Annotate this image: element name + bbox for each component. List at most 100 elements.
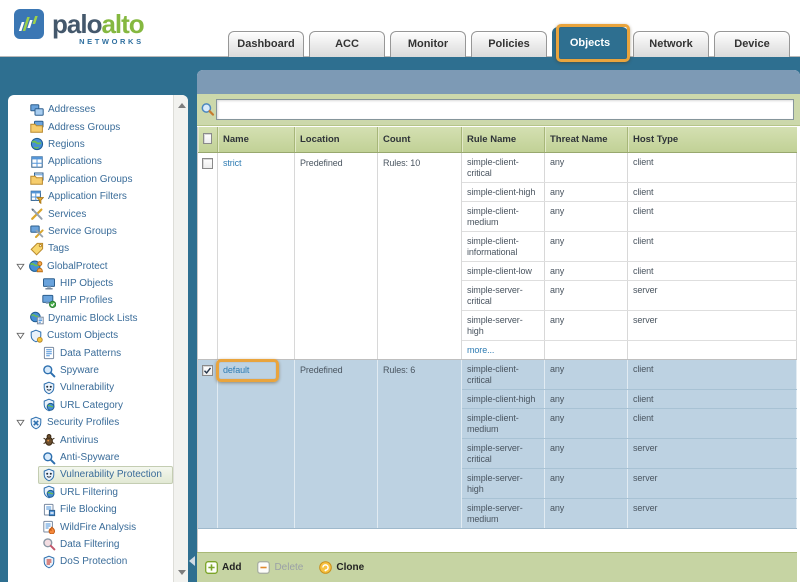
sidebar-item-vulnerability-protection[interactable]: Vulnerability Protection xyxy=(8,466,173,483)
threat-name-cell: any xyxy=(545,390,628,408)
column-header-threat-name[interactable]: Threat Name xyxy=(545,127,628,152)
sidebar-item-label: Application Groups xyxy=(48,174,133,185)
application-groups-icon xyxy=(30,172,44,186)
select-all-checkbox[interactable] xyxy=(203,133,212,144)
expand-arrow-icon[interactable] xyxy=(16,262,25,271)
sidebar-item-services[interactable]: Services xyxy=(8,205,173,222)
rule-name-cell: simple-client-medium xyxy=(462,202,545,231)
tab-acc[interactable]: ACC xyxy=(309,31,385,57)
rules-subtable: simple-client-criticalanyclient simple-cl… xyxy=(462,360,797,528)
delete-icon xyxy=(257,561,270,574)
sidebar-item-data-filtering[interactable]: Data Filtering xyxy=(8,536,173,553)
rule-row: simple-server-highanyserver xyxy=(462,311,797,341)
threat-name-cell: any xyxy=(545,409,628,438)
sidebar-item-security-profiles[interactable]: Security Profiles xyxy=(8,414,173,431)
sidebar-item-antivirus[interactable]: Antivirus xyxy=(8,431,173,448)
rule-row: simple-client-mediumanyclient xyxy=(462,409,797,439)
row-checkbox-checked[interactable] xyxy=(202,365,213,376)
column-header-name[interactable]: Name xyxy=(218,127,295,152)
sidebar-item-addresses[interactable]: Addresses xyxy=(8,101,173,118)
sidebar-item-wildfire-analysis[interactable]: WildFire Analysis xyxy=(8,518,173,535)
profile-name-link[interactable]: strict xyxy=(223,158,241,168)
tab-monitor[interactable]: Monitor xyxy=(390,31,466,57)
profile-name-cell: strict xyxy=(218,153,295,359)
button-label: Add xyxy=(222,562,241,573)
tab-objects[interactable]: Objects xyxy=(552,27,628,57)
table-body: strictPredefinedRules: 10simple-client-c… xyxy=(198,153,797,529)
scroll-down-arrow-icon[interactable] xyxy=(174,564,188,580)
tab-device[interactable]: Device xyxy=(714,31,790,57)
sidebar-item-spyware[interactable]: Spyware xyxy=(8,362,173,379)
sidebar-item-vulnerability[interactable]: Vulnerability xyxy=(8,379,173,396)
sidebar-item-application-filters[interactable]: Application Filters xyxy=(8,188,173,205)
expand-arrow-icon[interactable] xyxy=(16,331,25,340)
select-all-checkbox-cell xyxy=(198,127,218,152)
delete-button[interactable]: Delete xyxy=(257,561,303,574)
sidebar-item-address-groups[interactable]: Address Groups xyxy=(8,118,173,135)
column-header-host-type[interactable]: Host Type xyxy=(628,127,797,152)
hip-objects-icon xyxy=(42,277,56,291)
sidebar-item-dos-protection[interactable]: DoS Protection xyxy=(8,553,173,570)
rule-count-cell: Rules: 6 xyxy=(378,360,462,528)
scroll-up-arrow-icon[interactable] xyxy=(174,97,188,113)
profile-name-link[interactable]: default xyxy=(223,365,249,375)
custom-objects-icon xyxy=(29,329,43,343)
sidebar-item-anti-spyware[interactable]: Anti-Spyware xyxy=(8,449,173,466)
rule-row: more... xyxy=(462,341,797,359)
tab-network[interactable]: Network xyxy=(633,31,709,57)
url-category-icon xyxy=(42,398,56,412)
tab-policies[interactable]: Policies xyxy=(471,31,547,57)
threat-name-cell: any xyxy=(545,469,628,498)
rule-count-cell: Rules: 10 xyxy=(378,153,462,359)
sidebar-item-tags[interactable]: Tags xyxy=(8,240,173,257)
rule-row: simple-server-mediumanyserver xyxy=(462,499,797,528)
sidebar-item-application-groups[interactable]: Application Groups xyxy=(8,171,173,188)
search-input[interactable] xyxy=(216,99,794,120)
sidebar-item-hip-profiles[interactable]: HIP Profiles xyxy=(8,292,173,309)
button-label: Delete xyxy=(274,562,303,573)
column-header-count[interactable]: Count xyxy=(378,127,462,152)
content-area: AddressesAddress GroupsRegionsApplicatio… xyxy=(0,57,800,582)
add-button[interactable]: Add xyxy=(205,561,241,574)
rule-name-cell: simple-client-high xyxy=(462,183,545,201)
sidebar-item-globalprotect[interactable]: GlobalProtect xyxy=(8,258,173,275)
expand-arrow-icon[interactable] xyxy=(16,418,25,427)
sidebar-item-service-groups[interactable]: Service Groups xyxy=(8,223,173,240)
sidebar-scrollbar[interactable] xyxy=(173,95,188,582)
table-header-row: Name Location Count Rule Name Threat Nam… xyxy=(198,127,797,153)
rule-row: simple-client-lowanyclient xyxy=(462,262,797,281)
sidebar-item-label: URL Filtering xyxy=(60,487,118,498)
sidebar-item-hip-objects[interactable]: HIP Objects xyxy=(8,275,173,292)
sidebar-item-url-category[interactable]: URL Category xyxy=(8,397,173,414)
row-checkbox[interactable] xyxy=(202,158,213,169)
rule-name-cell: simple-server-high xyxy=(462,311,545,340)
sidebar-item-label: Services xyxy=(48,209,86,220)
column-header-rule-name[interactable]: Rule Name xyxy=(462,127,545,152)
sidebar-item-data-patterns[interactable]: Data Patterns xyxy=(8,344,173,361)
sidebar-collapse-arrow-icon[interactable] xyxy=(189,556,195,566)
rule-row: simple-client-informationalanyclient xyxy=(462,232,797,262)
sidebar-item-custom-objects[interactable]: Custom Objects xyxy=(8,327,173,344)
column-header-location[interactable]: Location xyxy=(295,127,378,152)
rule-row: simple-client-mediumanyclient xyxy=(462,202,797,232)
clone-button[interactable]: Clone xyxy=(319,561,364,574)
sidebar-item-label: Antivirus xyxy=(60,435,98,446)
host-type-cell: client xyxy=(628,409,797,438)
sidebar-item-dynamic-block-lists[interactable]: Dynamic Block Lists xyxy=(8,310,173,327)
tab-dashboard[interactable]: Dashboard xyxy=(228,31,304,57)
sidebar-item-label: HIP Objects xyxy=(60,278,113,289)
host-type-cell: server xyxy=(628,311,797,340)
sidebar-item-applications[interactable]: Applications xyxy=(8,153,173,170)
rule-name-cell: simple-server-critical xyxy=(462,439,545,468)
sidebar-item-url-filtering[interactable]: URL Filtering xyxy=(8,484,173,501)
rule-row: simple-client-criticalanyclient xyxy=(462,360,797,390)
more-rules-link[interactable]: more... xyxy=(462,341,545,359)
sidebar-item-regions[interactable]: Regions xyxy=(8,136,173,153)
dynamic-block-lists-icon xyxy=(30,311,44,325)
tab-label: Dashboard xyxy=(237,38,294,50)
sidebar-item-file-blocking[interactable]: File Blocking xyxy=(8,501,173,518)
vulnerability-icon xyxy=(42,381,56,395)
sidebar-item-label: File Blocking xyxy=(60,504,117,515)
rule-name-cell: simple-server-critical xyxy=(462,281,545,310)
paloalto-logo: paloalto NETWORKS xyxy=(14,9,144,44)
